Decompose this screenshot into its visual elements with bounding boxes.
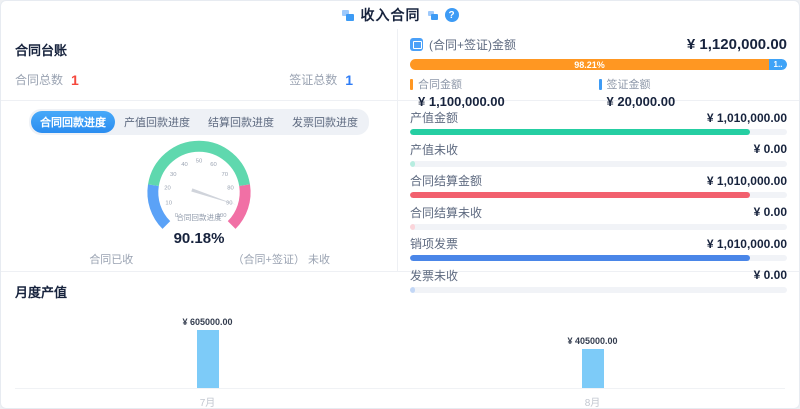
visa-amount-segment: 1.. (769, 59, 787, 70)
stat-label: 销项发票 (410, 235, 458, 252)
stat-progress-fill (410, 224, 415, 230)
contract-amount-segment: 98.21% (410, 59, 769, 70)
gauge-tick-label: 60 (210, 162, 217, 168)
received-value: ¥ 1,010,000.00 (68, 269, 155, 271)
amount-summary-panel: (合同+签证)金额 ¥ 1,120,000.00 98.21% 1.. 合同金额… (398, 29, 799, 100)
ledger-totals: 合同总数 1 签证总数 1 (15, 59, 383, 88)
stat-value: ¥ 0.00 (754, 268, 787, 282)
stat-row: 合同结算未收 ¥ 0.00 (410, 204, 787, 230)
bar-column: ¥ 605000.00 (15, 317, 400, 388)
bar-category-label: 8月 (400, 389, 785, 409)
payment-progress-panel: 合同回款进度产值回款进度结算回款进度发票回款进度 合同回款进度 01020304… (1, 101, 398, 271)
amount-summary-header: (合同+签证)金额 ¥ 1,120,000.00 (410, 36, 787, 53)
contract-total-value: 1 (71, 72, 79, 88)
stat-progress-fill (410, 287, 415, 293)
stat-row: 产值金额 ¥ 1,010,000.00 (410, 109, 787, 135)
tab-item[interactable]: 发票回款进度 (283, 111, 367, 133)
legend-marker-icon (599, 79, 602, 90)
page-title: 收入合同 (361, 5, 421, 25)
ledger-title: 合同台账 (15, 40, 383, 59)
legend-label: 合同金额 (418, 76, 462, 92)
stat-row: 合同结算金额 ¥ 1,010,000.00 (410, 172, 787, 198)
contract-ledger-panel: 合同台账 合同总数 1 签证总数 1 (1, 29, 398, 100)
stat-progress-track (410, 255, 787, 261)
legend-marker-icon (410, 79, 413, 90)
stat-row: 产值未收 ¥ 0.00 (410, 141, 787, 167)
stat-progress-track (410, 161, 787, 167)
gauge-tick-label: 70 (222, 172, 229, 178)
page-header: 收入合同 ? (1, 1, 799, 29)
gauge-tick-label: 10 (165, 200, 172, 206)
gauge-label: 合同回款进度 (176, 212, 222, 222)
stat-progress-track (410, 287, 787, 293)
bar-value-label: ¥ 605000.00 (182, 317, 232, 327)
stat-label: 合同结算金额 (410, 172, 482, 189)
bar (582, 349, 604, 388)
unreceived-value: ¥ 110,000.00 (233, 269, 330, 271)
dashboard-page: 收入合同 ? 合同台账 合同总数 1 签证总数 1 (合同+签证 (0, 0, 800, 409)
stat-value: ¥ 0.00 (754, 142, 787, 156)
stat-progress-track (410, 224, 787, 230)
stat-progress-fill (410, 255, 750, 261)
stat-row: 销项发票 ¥ 1,010,000.00 (410, 235, 787, 261)
stat-value: ¥ 0.00 (754, 205, 787, 219)
stat-progress-track (410, 129, 787, 135)
contract-total-label: 合同总数 (15, 71, 63, 88)
stat-progress-fill (410, 161, 415, 167)
stat-label: 产值未收 (410, 141, 458, 158)
stat-row: 发票未收 ¥ 0.00 (410, 267, 787, 293)
amount-split-bar: 98.21% 1.. (410, 59, 787, 70)
gauge-tick-label: 100 (217, 213, 228, 219)
gauge-arc-mid (153, 146, 244, 185)
unreceived-label: （合同+签证） 未收 (233, 251, 330, 267)
visa-total-value: 1 (345, 72, 353, 88)
gauge-value: 90.18% (174, 230, 225, 247)
monthly-output-section: 月度产值 ¥ 605000.00¥ 405000.00 7月8月 (1, 272, 799, 409)
stat-label: 产值金额 (410, 109, 458, 126)
stat-value: ¥ 1,010,000.00 (707, 111, 787, 125)
stat-label: 合同结算未收 (410, 204, 482, 221)
amount-doc-icon (410, 38, 423, 51)
legend-label: 签证金额 (607, 76, 651, 92)
stat-progress-fill (410, 129, 750, 135)
tab-item[interactable]: 产值回款进度 (115, 111, 199, 133)
gauge-tick-label: 80 (227, 186, 234, 192)
bar-value-label: ¥ 405000.00 (567, 336, 617, 346)
stat-progress-track (410, 192, 787, 198)
gauge-tick-label: 50 (196, 159, 203, 165)
upper-band: 合同台账 合同总数 1 签证总数 1 (合同+签证)金额 ¥ 1,120,000… (1, 29, 799, 101)
tab-item[interactable]: 合同回款进度 (31, 111, 115, 133)
gauge-tick-label: 30 (170, 172, 177, 178)
gauge-summary-columns: 合同已收 ¥ 1,010,000.00 （合同+签证） 未收 ¥ 110,000… (1, 251, 397, 271)
stat-progress-fill (410, 192, 750, 198)
stats-panel: 产值金额 ¥ 1,010,000.00 产值未收 ¥ 0.00 合同结算金额 ¥ 1,01… (398, 101, 799, 271)
unreceived-column: （合同+签证） 未收 ¥ 110,000.00 (233, 251, 330, 271)
contract-total: 合同总数 1 (15, 71, 79, 88)
lower-band: 合同回款进度产值回款进度结算回款进度发票回款进度 合同回款进度 01020304… (1, 101, 799, 272)
gauge-chart: 合同回款进度 0102030405060708090100 (115, 137, 283, 236)
visa-total: 签证总数 1 (289, 71, 353, 88)
tab-item[interactable]: 结算回款进度 (199, 111, 283, 133)
gauge-tick-label: 40 (181, 162, 188, 168)
monthly-chart-plot: ¥ 605000.00 ¥ 405000.00 (15, 303, 785, 389)
stat-value: ¥ 1,010,000.00 (707, 237, 787, 251)
gauge-tick-label: 20 (164, 186, 171, 192)
help-icon[interactable]: ? (445, 8, 459, 22)
monthly-chart-labels: 7月8月 (15, 389, 785, 409)
visa-total-label: 签证总数 (289, 71, 337, 88)
bar-column: ¥ 405000.00 (400, 336, 785, 388)
amount-summary-title: (合同+签证)金额 (429, 36, 516, 53)
received-column: 合同已收 ¥ 1,010,000.00 (68, 251, 155, 271)
window-small-icon (428, 11, 438, 20)
gauge-tick-label: 90 (226, 200, 233, 206)
progress-tabs: 合同回款进度产值回款进度结算回款进度发票回款进度 (29, 109, 369, 135)
received-label: 合同已收 (68, 251, 155, 267)
stat-value: ¥ 1,010,000.00 (707, 174, 787, 188)
amount-summary-total: ¥ 1,120,000.00 (687, 36, 787, 53)
window-icon (342, 10, 354, 21)
bar (197, 330, 219, 388)
bar-category-label: 7月 (15, 389, 400, 409)
stat-label: 发票未收 (410, 267, 458, 284)
